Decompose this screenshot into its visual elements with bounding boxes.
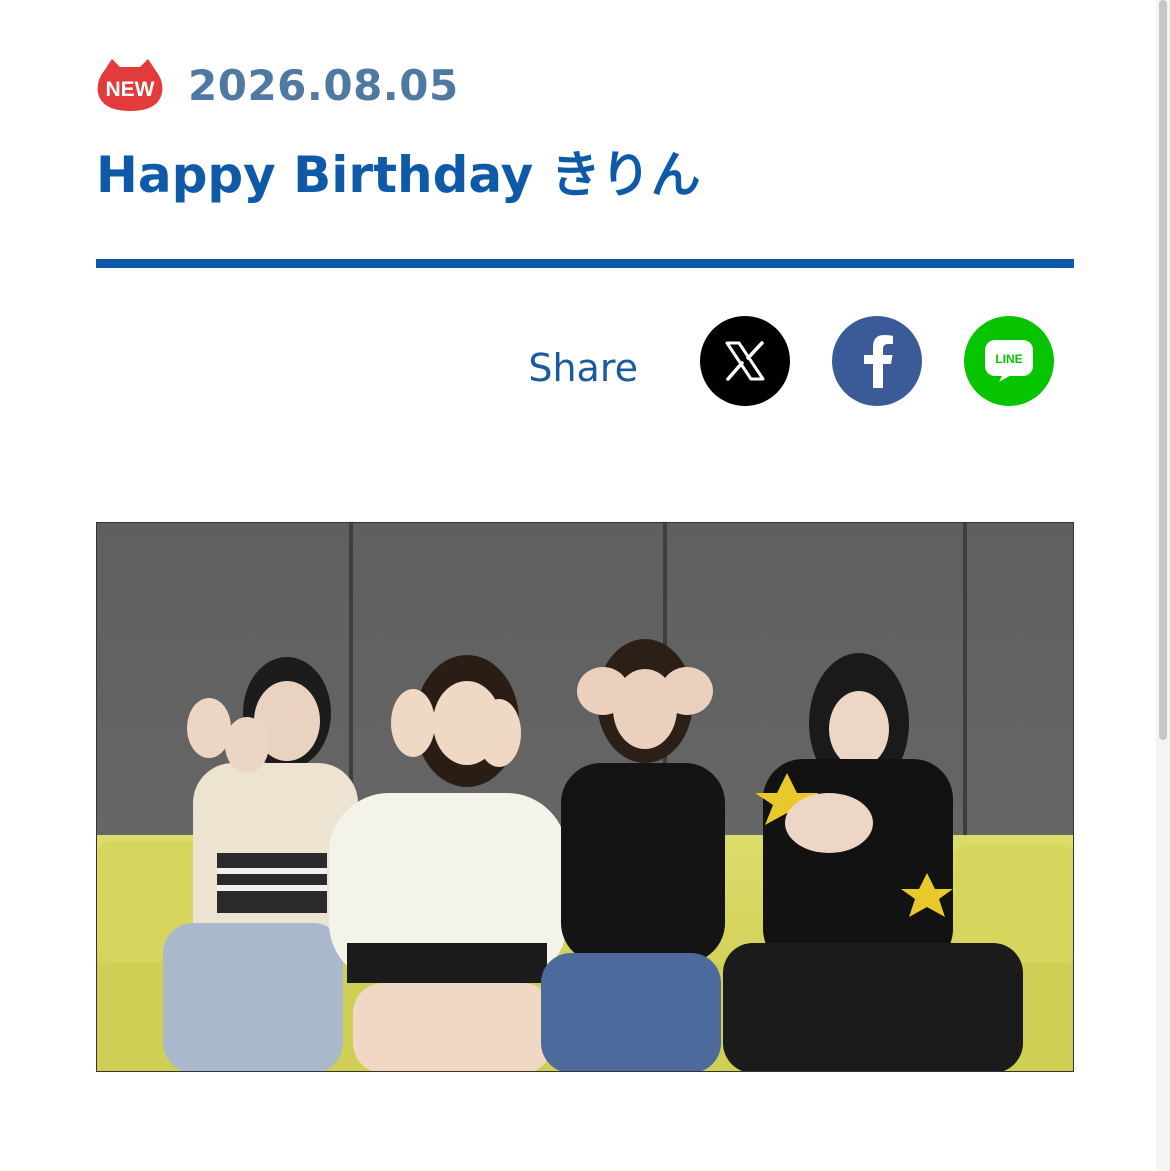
- article-date: 2026.08.05: [188, 60, 459, 110]
- share-line-button[interactable]: LINE: [964, 316, 1054, 406]
- share-label: Share: [528, 346, 638, 390]
- article-title: Happy Birthday きりん: [96, 146, 701, 204]
- new-badge-label: NEW: [106, 78, 155, 101]
- line-logo-icon: LINE: [985, 340, 1033, 382]
- page-scrollbar[interactable]: [1156, 0, 1170, 1171]
- article-meta: NEW 2026.08.05: [96, 56, 459, 114]
- article-page: NEW 2026.08.05 Happy Birthday きりん Share …: [0, 0, 1170, 1171]
- group-photo-image: [97, 523, 1073, 1071]
- title-divider: [96, 259, 1074, 268]
- line-logo-text: LINE: [995, 352, 1022, 366]
- share-bar: Share LINE: [528, 316, 1054, 406]
- share-facebook-button[interactable]: [832, 316, 922, 406]
- share-x-button[interactable]: [700, 316, 790, 406]
- article-photo: [96, 522, 1074, 1072]
- page-scrollbar-thumb[interactable]: [1159, 0, 1167, 740]
- new-badge-icon: NEW: [97, 59, 163, 111]
- facebook-f-icon: [864, 335, 893, 388]
- x-logo-icon: [725, 341, 765, 381]
